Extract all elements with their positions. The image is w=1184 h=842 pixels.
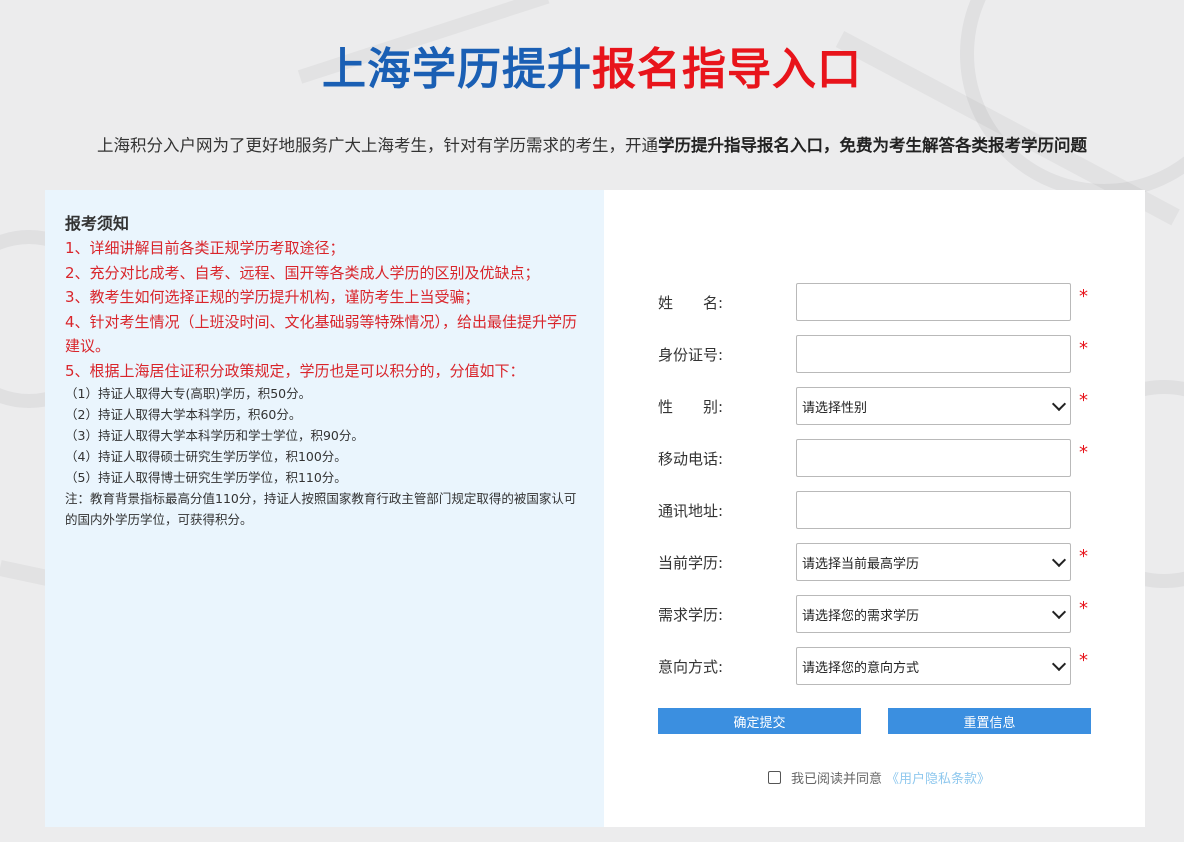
current-education-select-value: 请选择当前最高学历 <box>802 556 920 572</box>
name-label: 姓 名: <box>658 293 724 312</box>
address-label: 通讯地址: <box>658 501 724 520</box>
required-mark: * <box>1079 337 1088 359</box>
study-mode-select[interactable]: 请选择您的意向方式 <box>796 647 1071 685</box>
score-note: 注：教育背景指标最高分值110分，持证人按照国家教育行政主管部门规定取得的被国家… <box>65 491 577 527</box>
page-title: 上海学历提升报名指导入口 <box>0 38 1184 102</box>
score-item: （3）持证人取得大学本科学历和学士学位，积90分。 <box>65 428 364 443</box>
form-row-address: 通讯地址: <box>658 490 1071 530</box>
gender-label: 性 别: <box>658 397 724 416</box>
notice-item: 1、详细讲解目前各类正规学历考取途径； <box>65 239 345 257</box>
notice-item: 3、教考生如何选择正规的学历提升机构，谨防考生上当受骗； <box>65 288 480 306</box>
name-input[interactable] <box>796 283 1071 321</box>
id-number-label: 身份证号: <box>658 345 724 364</box>
form-row-id: 身份证号: * <box>658 334 1088 374</box>
required-mark: * <box>1079 597 1088 619</box>
desired-education-label: 需求学历: <box>658 605 724 624</box>
study-mode-label: 意向方式: <box>658 657 724 676</box>
chevron-down-icon <box>1051 604 1067 620</box>
score-item: （1）持证人取得大专(高职)学历，积50分。 <box>65 386 312 401</box>
agreement-row: 我已阅读并同意 《用户隐私条款》 <box>768 768 990 787</box>
form-row-study-mode: 意向方式: 请选择您的意向方式 * <box>658 646 1088 686</box>
chevron-down-icon <box>1051 552 1067 568</box>
reset-button[interactable]: 重置信息 <box>888 708 1091 734</box>
required-mark: * <box>1079 285 1088 307</box>
notice-item: 2、充分对比成考、自考、远程、国开等各类成人学历的区别及优缺点； <box>65 263 540 282</box>
notice-item: 5、根据上海居住证积分政策规定，学历也是可以积分的，分值如下： <box>65 361 525 380</box>
subtitle-plain: 上海积分入户网为了更好地服务广大上海考生，针对有学历需求的考生，开通 <box>97 136 658 155</box>
gender-select-value: 请选择性别 <box>802 400 868 416</box>
page-subtitle: 上海积分入户网为了更好地服务广大上海考生，针对有学历需求的考生，开通学历提升指导… <box>0 132 1184 160</box>
required-mark: * <box>1079 389 1088 411</box>
form-row-current-education: 当前学历: 请选择当前最高学历 * <box>658 542 1088 582</box>
study-mode-select-value: 请选择您的意向方式 <box>802 660 920 676</box>
chevron-down-icon <box>1051 396 1067 412</box>
score-item: （2）持证人取得大学本科学历，积60分。 <box>65 407 302 422</box>
desired-education-select[interactable]: 请选择您的需求学历 <box>796 595 1071 633</box>
agree-checkbox[interactable] <box>768 771 781 784</box>
notice-section: 报考须知 1、详细讲解目前各类正规学历考取途径； 2、充分对比成考、自考、远程、… <box>45 190 604 827</box>
required-mark: * <box>1079 649 1088 671</box>
current-education-label: 当前学历: <box>658 553 724 572</box>
address-input[interactable] <box>796 491 1071 529</box>
page-title-part2: 报名指导入口 <box>592 44 862 95</box>
chevron-down-icon <box>1051 656 1067 672</box>
main-panel: 报考须知 1、详细讲解目前各类正规学历考取途径； 2、充分对比成考、自考、远程、… <box>45 190 1145 827</box>
current-education-select[interactable]: 请选择当前最高学历 <box>796 543 1071 581</box>
form-row-desired-education: 需求学历: 请选择您的需求学历 * <box>658 594 1088 634</box>
required-mark: * <box>1079 545 1088 567</box>
form-row-name: 姓 名: * <box>658 282 1088 322</box>
id-number-input[interactable] <box>796 335 1071 373</box>
form-row-gender: 性 别: 请选择性别 * <box>658 386 1088 426</box>
score-item: （5）持证人取得博士研究生学历学位，积110分。 <box>65 470 347 485</box>
form-row-phone: 移动电话: * <box>658 438 1088 478</box>
privacy-policy-link[interactable]: 《用户隐私条款》 <box>886 768 990 787</box>
submit-button[interactable]: 确定提交 <box>658 708 861 734</box>
required-mark: * <box>1079 441 1088 463</box>
subtitle-bold: 学历提升指导报名入口，免费为考生解答各类报考学历问题 <box>658 136 1087 155</box>
page-title-part1: 上海学历提升 <box>322 44 592 95</box>
score-item: （4）持证人取得硕士研究生学历学位，积100分。 <box>65 449 347 464</box>
phone-input[interactable] <box>796 439 1071 477</box>
phone-label: 移动电话: <box>658 449 724 468</box>
agree-text: 我已阅读并同意 <box>791 772 883 787</box>
registration-form: 姓 名: * 身份证号: * 性 别: 请选择性别 * 移动电话: * 通讯地址… <box>604 190 1145 827</box>
gender-select[interactable]: 请选择性别 <box>796 387 1071 425</box>
desired-education-select-value: 请选择您的需求学历 <box>802 608 920 624</box>
notice-item: 4、针对考生情况（上班没时间、文化基础弱等特殊情况），给出最佳提升学历建议。 <box>65 312 578 356</box>
notice-title: 报考须知 <box>65 214 130 233</box>
